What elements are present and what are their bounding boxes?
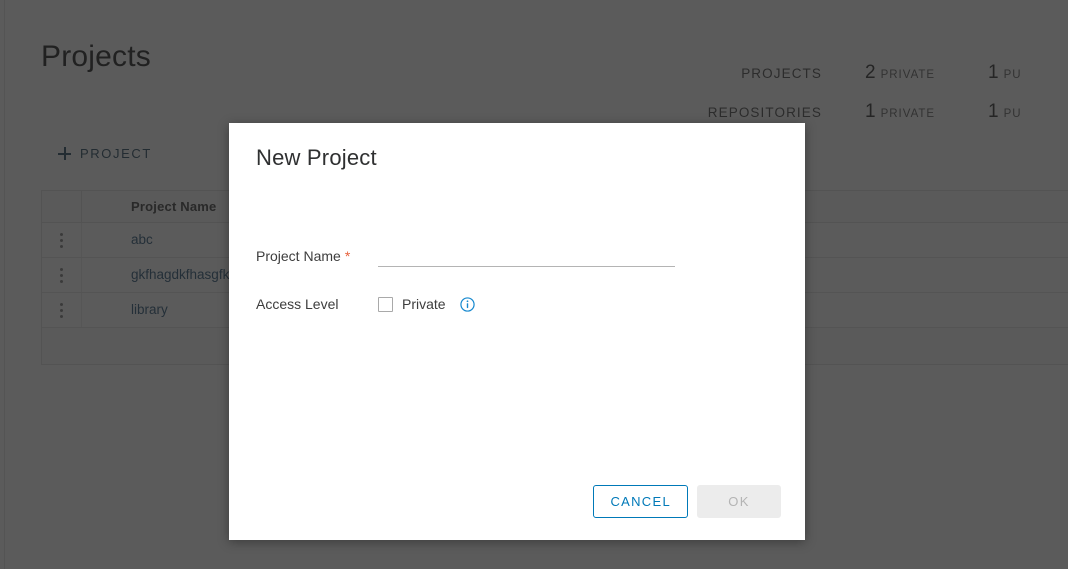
private-checkbox[interactable] [378,296,393,312]
required-asterisk: * [344,248,351,264]
cancel-button[interactable]: CANCEL [593,485,688,518]
project-name-label-text: Project Name [256,248,341,264]
private-checkbox-group: Private [378,296,475,312]
project-name-input[interactable] [378,245,675,267]
new-project-dialog: New Project Project Name * Access Level P… [229,123,805,540]
ok-button[interactable]: OK [697,485,781,518]
info-circle-icon[interactable] [459,296,475,312]
access-level-label: Access Level [256,296,339,312]
dialog-footer: CANCEL OK [593,485,781,518]
access-level-row: Access Level Private [256,293,778,315]
dialog-body: Project Name * Access Level Private [256,245,778,341]
private-checkbox-label[interactable]: Private [402,296,446,312]
project-name-label: Project Name * [256,248,378,264]
dialog-title: New Project [256,145,377,170]
project-name-row: Project Name * [256,245,778,267]
